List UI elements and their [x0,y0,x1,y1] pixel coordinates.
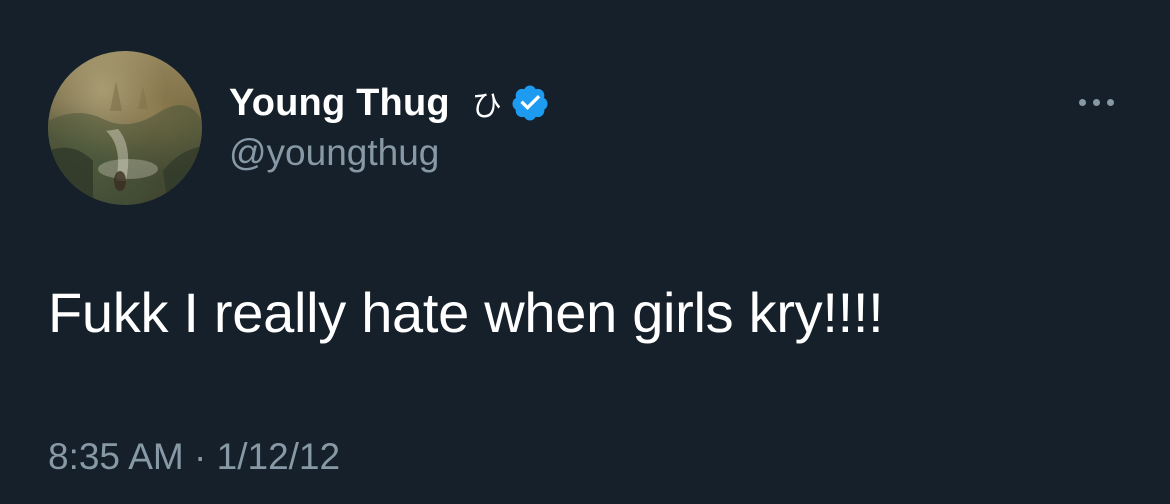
tweet-card: Young Thug ひ @youngthug Fukk I really ha… [0,0,1170,504]
more-dot [1092,98,1100,106]
more-dot [1106,98,1114,106]
tweet-timestamp[interactable]: 8:35 AM · 1/12/12 [48,436,340,478]
avatar-image [48,81,202,205]
display-name[interactable]: Young Thug [229,82,450,125]
author-name-row[interactable]: Young Thug ひ [229,80,550,126]
name-emoji: ひ [471,89,502,124]
avatar[interactable] [48,51,202,205]
more-options-icon[interactable] [1068,88,1124,116]
author-handle[interactable]: @youngthug [229,132,439,174]
tweet-text: Fukk I really hate when girls kry!!!! [48,281,884,344]
more-dot [1078,98,1086,106]
verified-badge-icon [512,85,548,121]
